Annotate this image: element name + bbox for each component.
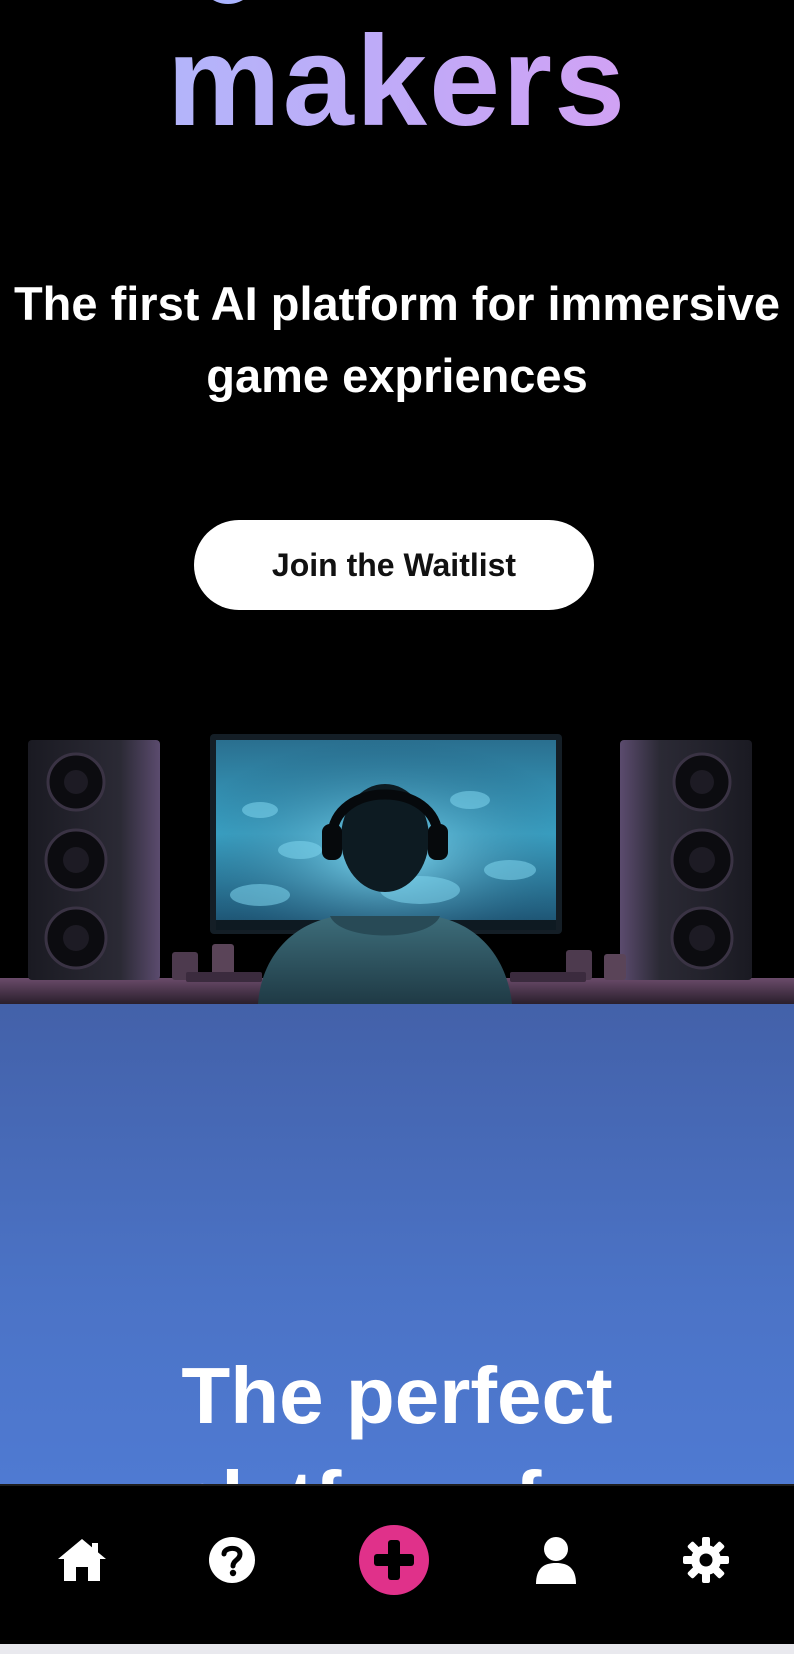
plus-circle-icon [359, 1525, 429, 1595]
features-section: The perfect platform for [0, 1004, 794, 1484]
hero-illustration [0, 720, 794, 1004]
section-title: The perfect platform for [173, 1351, 622, 1484]
nav-profile[interactable] [516, 1520, 596, 1600]
gamer-setup-image [0, 734, 794, 1004]
user-icon [536, 1537, 576, 1584]
join-waitlist-button[interactable]: Join the Waitlist [194, 520, 594, 610]
nav-create[interactable] [354, 1520, 434, 1600]
hero-subtitle: The first AI platform for immersive game… [13, 277, 781, 402]
page: makers The first AI platform for immersi… [0, 0, 794, 1654]
nav-home[interactable] [42, 1520, 122, 1600]
gear-icon [683, 1537, 729, 1583]
headline-word: makers [0, 18, 794, 146]
nav-help[interactable] [192, 1520, 272, 1600]
help-circle-icon [209, 1537, 255, 1583]
nav-settings[interactable] [666, 1520, 746, 1600]
home-indicator-strip [0, 1644, 794, 1654]
bottom-nav [0, 1484, 794, 1644]
logo-mark [198, 0, 258, 4]
home-icon [58, 1539, 106, 1581]
